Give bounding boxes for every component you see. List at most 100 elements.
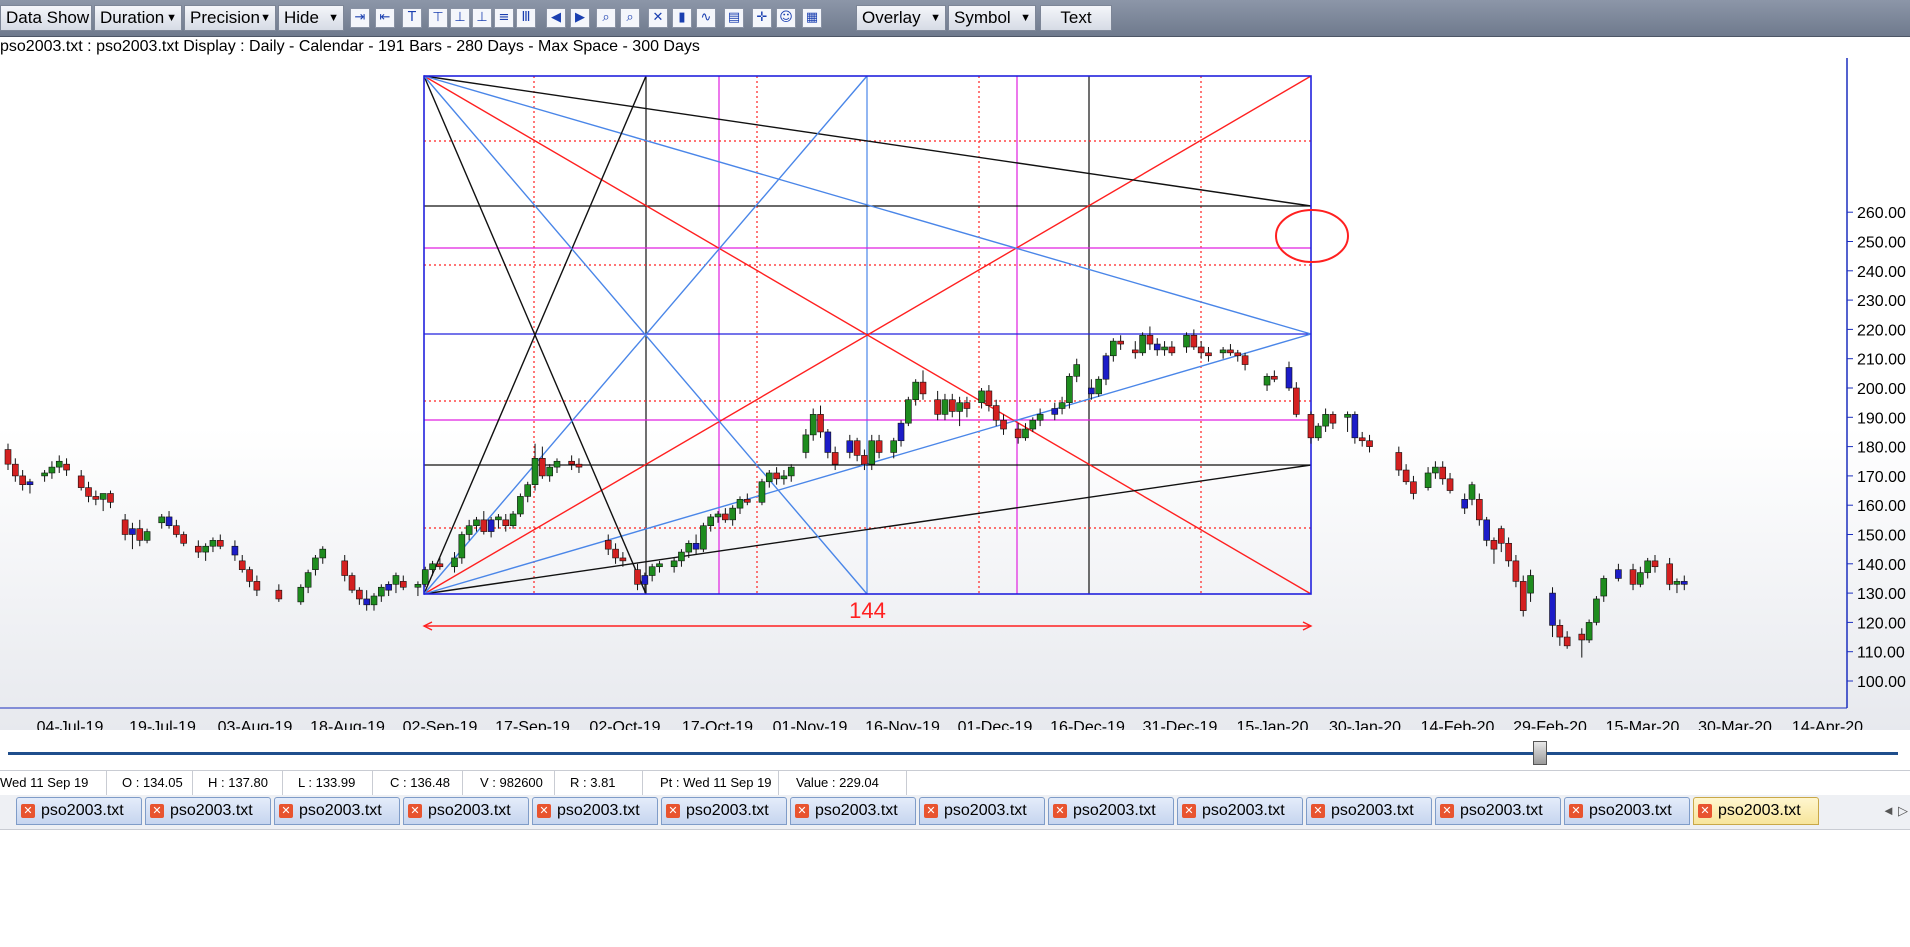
file-tab-label: pso2003.txt	[1589, 802, 1672, 819]
list-icon[interactable]: ≡	[494, 8, 514, 28]
close-tab-icon[interactable]: ✕	[279, 804, 293, 818]
x-tick-label: 15-Mar-20	[1606, 719, 1680, 730]
file-tab[interactable]: ✕ pso2003.txt	[16, 797, 142, 825]
file-tab[interactable]: ✕ pso2003.txt	[1693, 797, 1819, 825]
close-tab-icon[interactable]: ✕	[1569, 804, 1583, 818]
overlay-dropdown[interactable]: Overlay ▼	[856, 5, 946, 31]
previous-page-icon[interactable]: ◀	[546, 8, 566, 28]
x-tick-label: 29-Feb-20	[1513, 719, 1587, 730]
text-button[interactable]: Text	[1040, 5, 1112, 31]
candle-chart-icon[interactable]: ▮	[672, 8, 692, 28]
candle-body	[634, 569, 641, 585]
file-tab-label: pso2003.txt	[1073, 802, 1156, 819]
calendar-icon[interactable]: ▦	[802, 8, 822, 28]
tab-scroll-right-icon[interactable]: ▷	[1898, 803, 1908, 819]
file-tab[interactable]: ✕ pso2003.txt	[1177, 797, 1303, 825]
x-tick-label: 16-Nov-19	[865, 719, 940, 730]
candle-body	[1183, 334, 1190, 348]
candle-body	[63, 463, 70, 471]
chart-area[interactable]: 260.00 250.00 240.00 230.00 220.00 210.00 200.…	[0, 58, 1910, 730]
price-chart[interactable]: 260.00 250.00 240.00 230.00 220.00 210.00 200.…	[0, 58, 1910, 730]
zoom-in-icon[interactable]: ⌕	[596, 8, 616, 28]
candle-body	[1314, 425, 1322, 439]
zoom-out-horizontal-icon[interactable]: ⇤	[375, 8, 395, 28]
candle-body	[1358, 437, 1366, 442]
candle-body	[809, 414, 817, 436]
close-tab-icon[interactable]: ✕	[924, 804, 938, 818]
candle-body	[1446, 478, 1454, 491]
data-window-icon[interactable]: ▤	[724, 8, 744, 28]
candle-body	[202, 545, 209, 553]
user-profile-icon[interactable]: ☺	[776, 8, 796, 28]
columns-icon[interactable]: Ⅲ	[516, 8, 536, 28]
file-tab[interactable]: ✕ pso2003.txt	[919, 797, 1045, 825]
file-tab[interactable]: ✕ pso2003.txt	[1435, 797, 1561, 825]
scrollbar-thumb[interactable]	[1533, 741, 1547, 765]
candle-body	[1095, 378, 1102, 395]
symbol-dropdown[interactable]: Symbol ▼	[948, 5, 1036, 31]
x-tick-label: 03-Aug-19	[218, 719, 293, 730]
candle-body	[1395, 452, 1403, 471]
candle-body	[92, 496, 100, 500]
candle-body	[429, 563, 436, 570]
candle-body	[846, 440, 854, 453]
line-chart-icon[interactable]: ∿	[696, 8, 716, 28]
precision-dropdown[interactable]: Precision ▼	[184, 5, 276, 31]
data-show-button[interactable]: Data Show	[0, 5, 92, 31]
close-tab-icon[interactable]: ✕	[1440, 804, 1454, 818]
close-tab-icon[interactable]: ✕	[150, 804, 164, 818]
candle-body	[919, 381, 927, 395]
next-page-icon[interactable]: ▶	[570, 8, 590, 28]
file-tab-strip: ✕ pso2003.txt ✕ pso2003.txt ✕ pso2003.txt ✕ pso…	[0, 795, 1910, 830]
candle-body	[77, 475, 85, 488]
candle-body	[1293, 387, 1300, 415]
candle-body	[1066, 375, 1073, 403]
align-bottom-bar-icon[interactable]: ⊥	[472, 8, 492, 28]
file-tab[interactable]: ✕ pso2003.txt	[1564, 797, 1690, 825]
close-tab-icon[interactable]: ✕	[795, 804, 809, 818]
close-tab-icon[interactable]: ✕	[21, 804, 35, 818]
candle-body	[173, 525, 180, 535]
duration-dropdown[interactable]: Duration ▼	[94, 5, 182, 31]
file-tab[interactable]: ✕ pso2003.txt	[403, 797, 529, 825]
candle-body	[26, 481, 34, 485]
file-tab[interactable]: ✕ pso2003.txt	[1306, 797, 1432, 825]
file-tab[interactable]: ✕ pso2003.txt	[661, 797, 787, 825]
close-tab-icon[interactable]: ✕	[1053, 804, 1067, 818]
time-scrollbar[interactable]	[8, 752, 1898, 755]
file-tab[interactable]: ✕ pso2003.txt	[532, 797, 658, 825]
candle-body	[1197, 346, 1205, 354]
crosshair-icon[interactable]: ✛	[752, 8, 772, 28]
align-top-icon[interactable]: T	[402, 8, 422, 28]
hide-dropdown[interactable]: Hide ▼	[278, 5, 344, 31]
close-tab-icon[interactable]: ✕	[1182, 804, 1196, 818]
cross-off-icon[interactable]: ✕	[648, 8, 668, 28]
candle-body	[546, 466, 553, 477]
tab-scroll-left-icon[interactable]: ◄	[1882, 803, 1895, 818]
close-tab-icon[interactable]: ✕	[537, 804, 551, 818]
align-top-bar-icon[interactable]: ⊤	[428, 8, 448, 28]
zoom-out-icon[interactable]: ⌕	[620, 8, 640, 28]
align-bottom-icon[interactable]: ⊥	[450, 8, 470, 28]
candle-body	[948, 399, 956, 412]
x-tick-label: 02-Oct-19	[589, 719, 660, 730]
candle-body	[487, 519, 495, 532]
close-tab-icon[interactable]: ✕	[408, 804, 422, 818]
file-tab[interactable]: ✕ pso2003.txt	[790, 797, 916, 825]
close-tab-icon[interactable]: ✕	[1698, 804, 1712, 818]
overlay-label: Overlay	[862, 8, 921, 27]
file-tab[interactable]: ✕ pso2003.txt	[274, 797, 400, 825]
candle-body	[253, 581, 261, 591]
chevron-down-icon: ▼	[166, 12, 177, 24]
candle-body	[934, 399, 941, 415]
file-tab[interactable]: ✕ pso2003.txt	[1048, 797, 1174, 825]
candle-body	[414, 584, 422, 588]
x-tick-label: 02-Sep-19	[403, 719, 478, 730]
candle-body	[1497, 528, 1505, 544]
zoom-in-horizontal-icon[interactable]: ⇥	[350, 8, 370, 28]
file-tab[interactable]: ✕ pso2003.txt	[145, 797, 271, 825]
candle-body	[905, 399, 912, 424]
candle-body	[231, 545, 239, 556]
close-tab-icon[interactable]: ✕	[666, 804, 680, 818]
close-tab-icon[interactable]: ✕	[1311, 804, 1325, 818]
